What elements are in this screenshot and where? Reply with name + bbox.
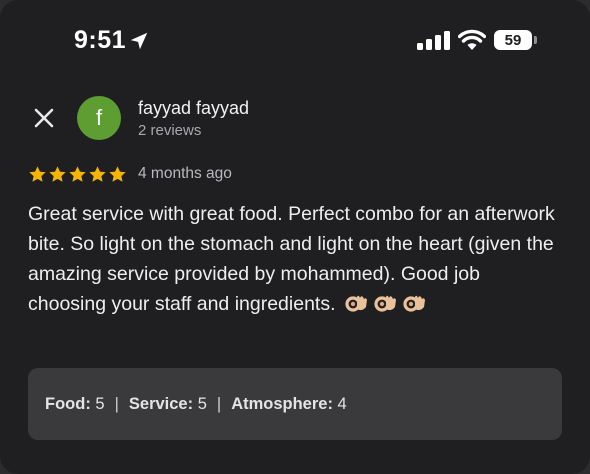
emoji-group [341, 293, 428, 315]
status-time: 9:51 [74, 26, 127, 54]
star-icon [109, 165, 126, 182]
subrating-service: Service: 5 [128, 394, 207, 413]
divider: | [216, 394, 222, 413]
star-icon [29, 165, 46, 182]
subratings-card: Food: 5 | Service: 5 | Atmosphere: 4 [28, 368, 562, 440]
close-icon[interactable] [28, 102, 60, 134]
review-count: 2 reviews [138, 122, 202, 139]
star-icon [89, 165, 106, 182]
review-body: Great service with great food. Perfect c… [28, 203, 555, 315]
review-detail-screen: 9:51 59 f fayyad fayyad 2 reviews 4 mont… [0, 0, 590, 474]
reviewer-name[interactable]: fayyad fayyad [138, 98, 249, 119]
star-icon [69, 165, 86, 182]
review-time: 4 months ago [138, 165, 232, 182]
ok-hand-emoji [403, 295, 425, 312]
star-icon [49, 165, 66, 182]
rating-row: 4 months ago [28, 163, 232, 185]
cellular-signal-icon [417, 31, 450, 50]
status-bar: 9:51 59 [0, 0, 590, 80]
wifi-icon [458, 29, 486, 50]
divider: | [114, 394, 119, 413]
subrating-food: Food: 5 [45, 394, 105, 413]
ok-hand-emoji [345, 295, 367, 312]
review-text: Great service with great food. Perfect c… [28, 199, 558, 319]
battery-cap [534, 36, 537, 44]
ok-hand-emoji [374, 295, 396, 312]
star-rating [28, 165, 127, 184]
avatar-letter: f [95, 105, 103, 130]
avatar[interactable]: f [77, 96, 121, 140]
location-arrow-icon [130, 32, 148, 50]
subrating-atmosphere: Atmosphere: 4 [231, 394, 347, 413]
battery-level: 59 [504, 31, 522, 49]
battery-icon: 59 [494, 30, 532, 50]
